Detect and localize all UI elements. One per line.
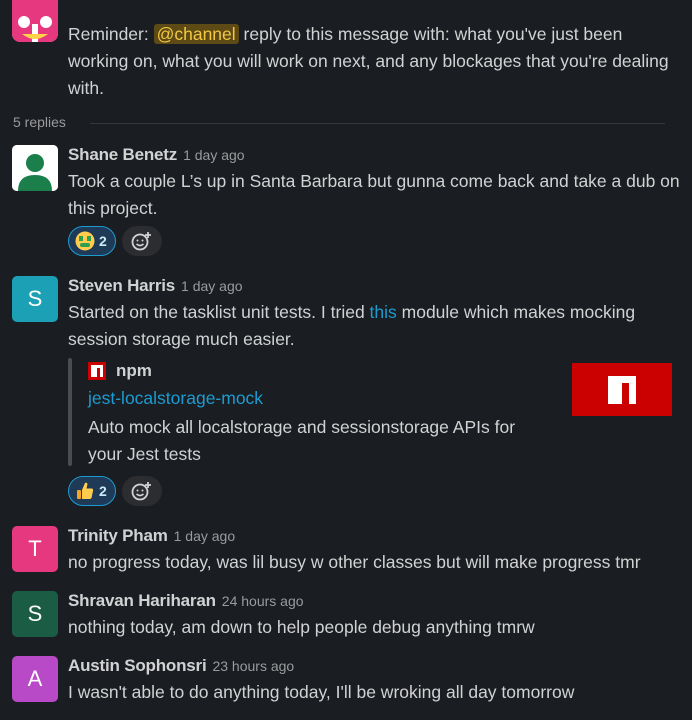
- channel-mention[interactable]: @channel: [153, 24, 239, 44]
- reaction-thumbs-up[interactable]: 2: [68, 476, 116, 506]
- author-name[interactable]: Shane Benetz: [68, 145, 177, 164]
- author-name[interactable]: Steven Harris: [68, 276, 175, 295]
- thumbs-up-icon: [77, 482, 94, 499]
- reaction-count: 2: [99, 233, 107, 249]
- user-silhouette-icon: [12, 145, 58, 191]
- avatar[interactable]: [12, 145, 58, 191]
- preview-description: Auto mock all localstorage and sessionst…: [88, 417, 516, 464]
- timestamp[interactable]: 1 day ago: [183, 147, 245, 163]
- author-name[interactable]: Austin Sophonsri: [68, 656, 207, 675]
- avatar[interactable]: S: [12, 276, 58, 322]
- replies-count: 5 replies: [13, 114, 66, 130]
- message-text: I wasn't able to do anything today, I'll…: [68, 682, 575, 702]
- root-message: Reminder: @channel reply to this message…: [0, 0, 692, 110]
- message-text: Took a couple L’s up in Santa Barbara bu…: [68, 171, 680, 218]
- bot-avatar[interactable]: [12, 0, 58, 42]
- root-message-text: Reminder: @channel reply to this message…: [68, 24, 669, 98]
- author-name[interactable]: Shravan Hariharan: [68, 591, 216, 610]
- link-preview[interactable]: npm jest-localstorage-mock Auto mock all…: [68, 358, 674, 466]
- timestamp[interactable]: 1 day ago: [181, 278, 243, 294]
- message-austin-sophonsri: A Austin Sophonsri 23 hours ago I wasn't …: [0, 653, 692, 713]
- message-trinity-pham: T Trinity Pham 1 day ago no progress toda…: [0, 523, 692, 583]
- money-mouth-face-icon: [75, 231, 95, 251]
- add-reaction-icon: [131, 232, 151, 251]
- avatar[interactable]: S: [12, 591, 58, 637]
- avatar[interactable]: A: [12, 656, 58, 702]
- add-reaction-icon: [131, 482, 151, 501]
- npm-thumbnail-image[interactable]: [572, 363, 672, 416]
- message-text: nothing today, am down to help people de…: [68, 617, 535, 637]
- message-text: Started on the tasklist unit tests. I tr…: [68, 302, 636, 349]
- add-reaction-button[interactable]: [121, 226, 162, 256]
- replies-divider: 5 replies: [13, 112, 665, 134]
- add-reaction-button[interactable]: [121, 476, 162, 506]
- author-name[interactable]: Trinity Pham: [68, 526, 168, 545]
- divider-line: [90, 123, 665, 124]
- timestamp[interactable]: 24 hours ago: [222, 593, 304, 609]
- reaction-money-mouth[interactable]: 2: [68, 226, 116, 256]
- message-shane-benetz: Shane Benetz 1 day ago Took a couple L’s …: [0, 142, 692, 260]
- preview-title-link[interactable]: jest-localstorage-mock: [88, 388, 263, 409]
- timestamp[interactable]: 1 day ago: [174, 528, 236, 544]
- timestamp[interactable]: 23 hours ago: [212, 658, 294, 674]
- npm-logo-icon: [88, 362, 106, 380]
- preview-site-name: npm: [116, 361, 152, 380]
- message-text: no progress today, was lil busy w other …: [68, 552, 641, 572]
- preview-accent-bar: [68, 358, 72, 466]
- module-link[interactable]: this: [370, 302, 397, 322]
- reaction-count: 2: [99, 483, 107, 499]
- message-shravan-hariharan: S Shravan Hariharan 24 hours ago nothing …: [0, 588, 692, 648]
- avatar[interactable]: T: [12, 526, 58, 572]
